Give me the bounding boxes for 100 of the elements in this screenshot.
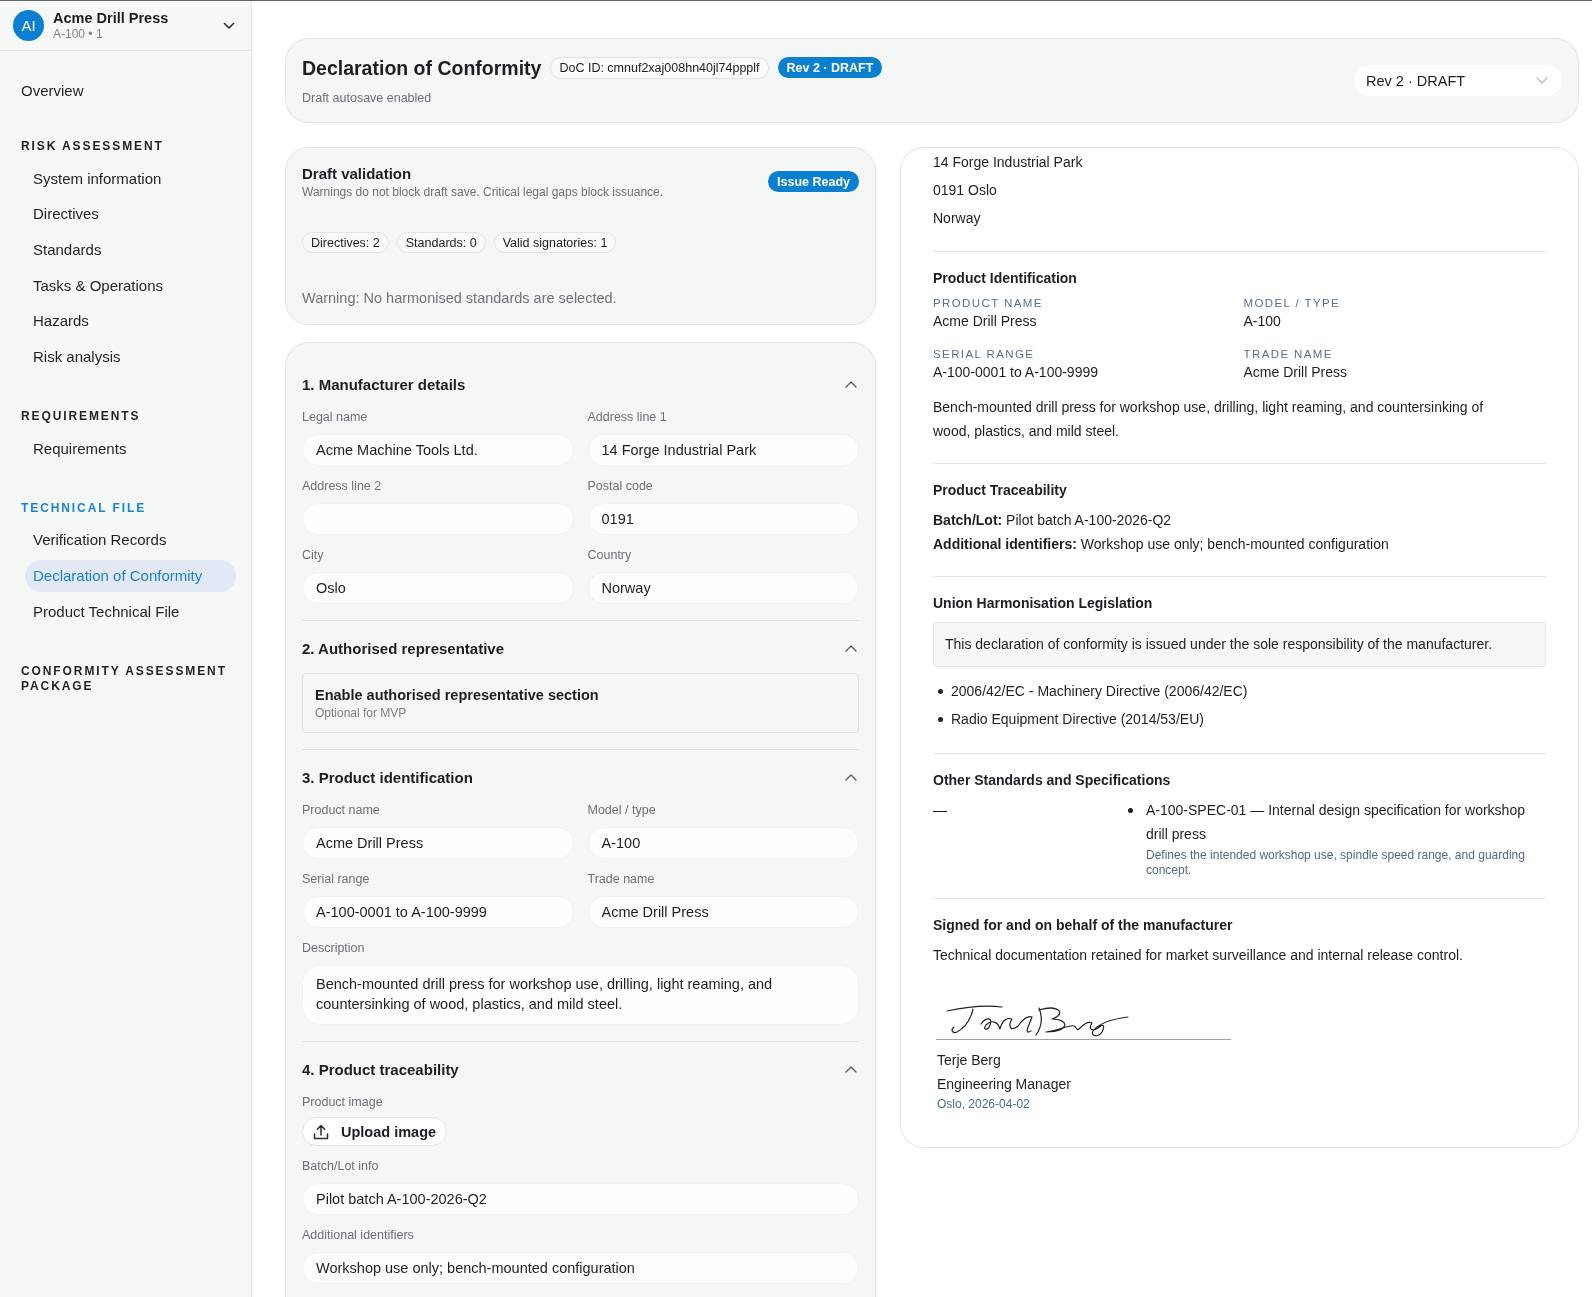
address-line: 14 Forge Industrial Park — [933, 154, 1083, 170]
nav-item[interactable]: System information — [25, 162, 236, 194]
field-label: TRADE NAME — [1243, 348, 1333, 360]
nav-group-heading: REQUIREMENTS — [21, 409, 141, 425]
field-label: Product name — [302, 802, 380, 818]
text-area-field[interactable]: Bench-mounted drill press for workshop use, drilling, light reaming, and countersinking of wood, plastics, and mild steel. — [302, 965, 859, 1025]
field-label: Trade name — [587, 871, 655, 887]
nav-item[interactable]: Hazards — [25, 304, 236, 337]
section-title: 1. Manufacturer details — [302, 375, 466, 393]
section-title: 3. Product identification — [302, 768, 473, 786]
status-badge: Issue Ready — [768, 171, 859, 192]
section-title: 4. Product traceability — [302, 1060, 459, 1078]
nav-item[interactable]: Standards — [25, 233, 236, 266]
text-field[interactable]: Norway — [587, 572, 859, 604]
specification-note: Defines the intended workshop use, spindle speed range, and guarding concept. — [1146, 848, 1526, 878]
field-label: Address line 2 — [302, 478, 382, 494]
option-hint: Optional for MVP — [315, 705, 408, 721]
nav-item[interactable]: Tasks & Operations — [25, 269, 236, 302]
project-avatar: AI — [13, 10, 44, 41]
field-label: Description — [302, 940, 365, 956]
field-label: Postal code — [587, 478, 653, 494]
project-meta: A-100 • 1 — [53, 27, 103, 42]
empty-dash: — — [933, 802, 947, 818]
option-panel[interactable]: Enable authorised representative section Optional for MVP — [302, 673, 859, 733]
signing-place-date: Oslo, 2026-04-02 — [937, 1097, 1030, 1111]
page-title: Declaration of Conformity — [302, 55, 542, 80]
chevron-up-icon[interactable] — [845, 380, 857, 388]
nav-item[interactable]: Requirements — [25, 432, 236, 465]
nav-item[interactable]: Directives — [25, 197, 236, 230]
field-label: SERIAL RANGE — [933, 348, 1035, 360]
field-label: Model / type — [587, 802, 656, 818]
directive-item: 2006/42/EC - Machinery Directive (2006/42/EC) — [951, 682, 1248, 701]
chevron-down-icon[interactable] — [223, 21, 235, 30]
revision-select[interactable]: Rev 2 · DRAFT — [1354, 65, 1562, 96]
field-label: Address line 1 — [587, 409, 667, 425]
nav-group-heading: RISK ASSESSMENT — [21, 139, 164, 154]
field-label: Product image — [302, 1094, 383, 1110]
nav-item[interactable]: Verification Records — [25, 523, 236, 556]
field-value: Acme Drill Press — [933, 313, 1037, 329]
project-name: Acme Drill Press — [53, 9, 169, 27]
field-value: Acme Drill Press — [1243, 364, 1347, 380]
address-line: Norway — [933, 210, 981, 226]
chevron-up-icon[interactable] — [845, 644, 857, 652]
nav-item[interactable]: Risk analysis — [25, 340, 236, 373]
field-label: Serial range — [302, 871, 370, 887]
text-field[interactable]: A-100 — [587, 827, 859, 859]
bullet-icon — [1128, 808, 1133, 813]
traceability-line: Batch/Lot: Pilot batch A-100-2026-Q2 — [933, 512, 1172, 528]
bullet-icon — [938, 717, 943, 722]
warning-text: Warning: No harmonised standards are selected. — [302, 289, 617, 308]
section-heading: Union Harmonisation Legislation — [933, 595, 1153, 611]
field-label: Batch/Lot info — [302, 1158, 379, 1174]
text-field[interactable]: Acme Machine Tools Ltd. — [302, 434, 574, 466]
signature-statement: Technical documentation retained for market surveillance and internal release control. — [933, 947, 1463, 963]
signatory-name: Terje Berg — [937, 1052, 1001, 1068]
statement-box: This declaration of conformity is issued under the sole responsibility of the manufacturer. — [933, 622, 1546, 667]
field-label: Additional identifiers — [302, 1227, 414, 1243]
address-line: 0191 Oslo — [933, 182, 997, 198]
nav-item[interactable]: Declaration of Conformity — [25, 559, 236, 592]
section-heading: Other Standards and Specifications — [933, 772, 1171, 788]
doc-id-tag: DoC ID: cmnuf2xaj008hn40jl74ppplf — [550, 56, 769, 79]
count-tag: Standards: 0 — [396, 232, 486, 253]
count-tag: Directives: 2 — [302, 232, 389, 253]
text-field[interactable]: Acme Drill Press — [302, 827, 574, 859]
traceability-line: Additional identifiers: Workshop use only; bench-mounted configuration — [933, 536, 1389, 552]
text-field[interactable]: 14 Forge Industrial Park — [587, 434, 859, 466]
directive-item: Radio Equipment Directive (2014/53/EU) — [951, 710, 1204, 729]
upload-button[interactable]: Upload image — [302, 1117, 448, 1146]
nav-item[interactable]: Product Technical File — [25, 595, 236, 628]
signatory-role: Engineering Manager — [937, 1076, 1071, 1092]
autosave-note: Draft autosave enabled — [302, 90, 432, 105]
nav-group-heading: TECHNICAL FILE — [21, 500, 147, 516]
chevron-up-icon[interactable] — [845, 773, 857, 781]
nav-item[interactable]: Overview — [21, 74, 84, 106]
specification-item: A-100-SPEC-01 — Internal design specification for workshop drill press — [1146, 801, 1526, 844]
bullet-icon — [938, 689, 943, 694]
card-description: Warnings do not block draft save. Critical legal gaps block issuance. — [302, 184, 664, 201]
field-label: Legal name — [302, 409, 368, 425]
field-value: A-100 — [1243, 313, 1281, 329]
field-label: Country — [587, 547, 632, 563]
section-heading: Signed for and on behalf of the manufacturer — [933, 917, 1233, 933]
chevron-down-icon — [1536, 77, 1548, 84]
text-field[interactable]: A-100-0001 to A-100-9999 — [302, 896, 574, 928]
chevron-up-icon[interactable] — [845, 1065, 857, 1073]
status-badge: Rev 2 · DRAFT — [777, 57, 883, 78]
upload-icon — [313, 1123, 329, 1140]
field-label: MODEL / TYPE — [1243, 297, 1341, 309]
section-title: 2. Authorised representative — [302, 639, 504, 657]
count-tag: Valid signatories: 1 — [493, 232, 617, 253]
text-field[interactable]: Acme Drill Press — [587, 896, 859, 928]
text-field[interactable]: Oslo — [302, 572, 574, 604]
text-field[interactable]: 0191 — [587, 503, 859, 535]
field-label: PRODUCT NAME — [933, 297, 1043, 309]
option-title: Enable authorised representative section — [315, 686, 600, 705]
section-heading: Product Traceability — [933, 482, 1067, 498]
text-field[interactable]: Pilot batch A-100-2026-Q2 — [302, 1183, 859, 1215]
nav-group-heading: CONFORMITY ASSESSMENT PACKAGE — [21, 663, 228, 694]
field-value: A-100-0001 to A-100-9999 — [933, 364, 1098, 380]
text-field[interactable]: Workshop use only; bench-mounted configuration — [302, 1252, 859, 1284]
field-label: City — [302, 547, 324, 563]
